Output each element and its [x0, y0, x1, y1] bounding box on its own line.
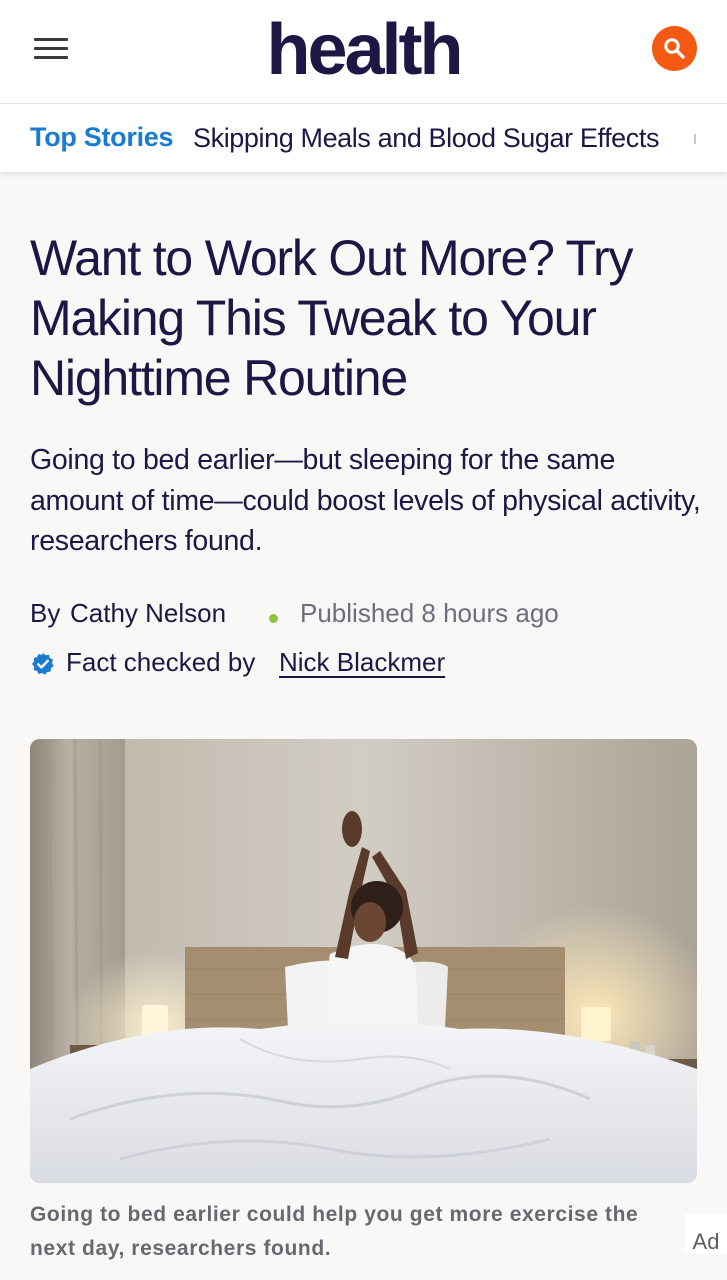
- fact-checker-link[interactable]: Nick Blackmer: [279, 647, 445, 678]
- top-stories-bar: Top Stories Skipping Meals and Blood Sug…: [0, 104, 727, 172]
- article-subheading: Going to bed earlier—but sleeping for th…: [30, 444, 701, 557]
- site-logo[interactable]: health: [0, 8, 727, 92]
- byline-prefix: By: [30, 598, 61, 628]
- published-time: Published 8 hours ago: [300, 598, 559, 628]
- hero-image: [30, 739, 697, 1183]
- top-story-link[interactable]: Skipping Meals and Blood Sugar Effects: [193, 123, 659, 154]
- author-link[interactable]: Cathy Nelson: [70, 598, 226, 629]
- fact-check-label: Fact checked by: [66, 647, 256, 677]
- site-header: health: [0, 0, 727, 104]
- verified-badge-icon: [32, 653, 54, 675]
- separator-dot: [269, 614, 278, 623]
- top-stories-label: Top Stories: [30, 122, 174, 152]
- search-button[interactable]: [652, 26, 697, 71]
- article-headline: Want to Work Out More? Try Making This T…: [30, 230, 633, 406]
- overflow-divider: [694, 134, 696, 144]
- image-caption: Going to bed earlier could help you get …: [30, 1203, 639, 1260]
- search-icon: [664, 38, 685, 59]
- ad-badge[interactable]: Ad: [685, 1214, 727, 1254]
